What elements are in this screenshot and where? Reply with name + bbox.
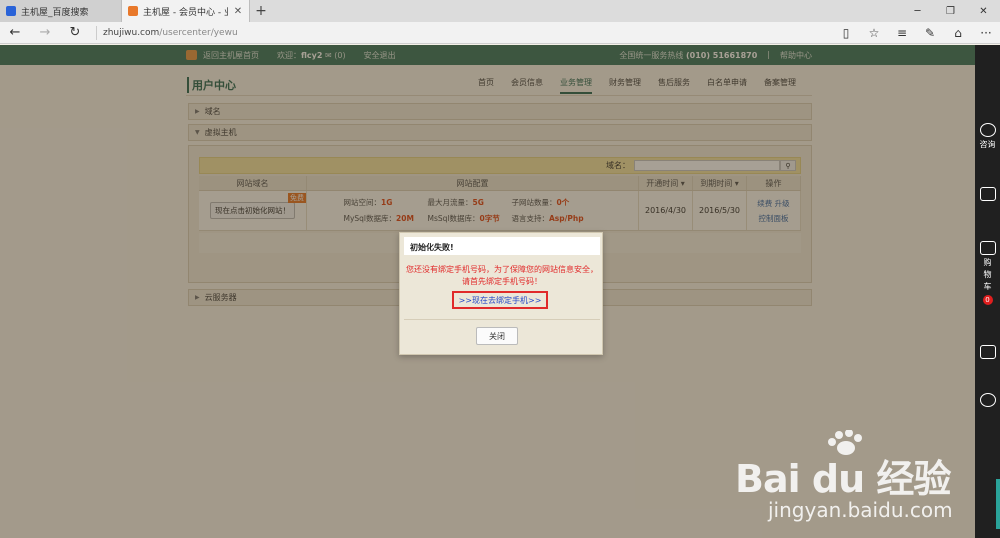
reading-view-icon[interactable]: ▯ bbox=[832, 26, 860, 40]
close-window-icon[interactable]: ✕ bbox=[967, 0, 1000, 22]
restore-icon[interactable]: ❐ bbox=[934, 0, 967, 22]
new-tab-button[interactable]: + bbox=[250, 0, 272, 22]
tab-user-center[interactable]: 主机屋 - 会员中心 - 业务 ✕ bbox=[122, 0, 250, 22]
tab-baidu-search[interactable]: 主机屋_百度搜索 bbox=[0, 0, 122, 22]
chat-bubble-icon bbox=[979, 393, 996, 407]
consult-button[interactable]: 咨询 bbox=[975, 123, 1000, 151]
more-icon[interactable]: ··· bbox=[972, 26, 1000, 40]
close-tab-icon[interactable]: ✕ bbox=[233, 6, 243, 17]
window-controls: ─ ❐ ✕ bbox=[901, 0, 1000, 22]
browser-tab-bar: 主机屋_百度搜索 主机屋 - 会员中心 - 业务 ✕ + ─ ❐ ✕ bbox=[0, 0, 1000, 22]
browser-nav-bar: ← → ↻ zhujiwu.com/usercenter/yewu ▯ ☆ ≡ … bbox=[0, 22, 1000, 44]
tab-title: 主机屋_百度搜索 bbox=[21, 7, 89, 18]
close-button[interactable]: 关闭 bbox=[476, 327, 518, 345]
dialog-message: 您还没有绑定手机号码，为了保障您的网站信息安全，请首先绑定手机号码！ bbox=[406, 265, 598, 286]
baidu-paw-icon bbox=[6, 6, 16, 16]
url-path: /usercenter/yewu bbox=[159, 27, 238, 38]
watermark-logo: Bai du 经验 bbox=[735, 457, 951, 501]
share-icon[interactable]: ⌂ bbox=[944, 26, 972, 40]
favorite-star-icon[interactable]: ☆ bbox=[860, 26, 888, 40]
web-note-icon[interactable]: ✎ bbox=[916, 26, 944, 40]
qr-code-icon bbox=[979, 187, 996, 201]
note-icon bbox=[979, 345, 996, 359]
note-button[interactable] bbox=[975, 345, 1000, 361]
headset-icon bbox=[979, 123, 996, 137]
right-sidebar: 咨询 购物车 0 bbox=[975, 45, 1000, 538]
house-icon bbox=[128, 6, 138, 16]
qq-button[interactable] bbox=[975, 187, 1000, 203]
refresh-icon[interactable]: ↻ bbox=[60, 22, 90, 44]
forward-arrow-icon[interactable]: → bbox=[30, 22, 60, 44]
bind-phone-link[interactable]: >>现在去绑定手机>> bbox=[452, 291, 548, 309]
sidebar-accent bbox=[996, 479, 1000, 529]
baidu-jingyan-watermark: Bai du 经验 jingyan.baidu.com bbox=[735, 430, 965, 530]
url-host: zhujiwu.com bbox=[103, 27, 160, 38]
minimize-icon[interactable]: ─ bbox=[901, 0, 934, 22]
url-separator bbox=[96, 25, 97, 40]
dialog-divider bbox=[404, 319, 600, 320]
init-failed-dialog: 初始化失败! 您还没有绑定手机号码，为了保障您的网站信息安全，请首先绑定手机号码… bbox=[399, 232, 603, 355]
cart-count-badge: 0 bbox=[982, 295, 993, 305]
tab-title: 主机屋 - 会员中心 - 业务 bbox=[143, 7, 228, 18]
back-arrow-icon[interactable]: ← bbox=[0, 22, 30, 44]
cart-icon bbox=[979, 241, 996, 255]
hub-menu-icon[interactable]: ≡ bbox=[888, 26, 916, 40]
watermark-url: jingyan.baidu.com bbox=[768, 498, 953, 522]
cart-button[interactable]: 购物车 0 bbox=[975, 241, 1000, 305]
browser-toolbar-right: ▯ ☆ ≡ ✎ ⌂ ··· bbox=[832, 26, 1000, 40]
dialog-title: 初始化失败! bbox=[404, 237, 600, 255]
cart-label: 购物车 bbox=[983, 258, 992, 291]
chat-button[interactable] bbox=[975, 393, 1000, 409]
consult-label: 咨询 bbox=[979, 140, 996, 149]
address-bar[interactable]: zhujiwu.com/usercenter/yewu bbox=[103, 28, 832, 38]
